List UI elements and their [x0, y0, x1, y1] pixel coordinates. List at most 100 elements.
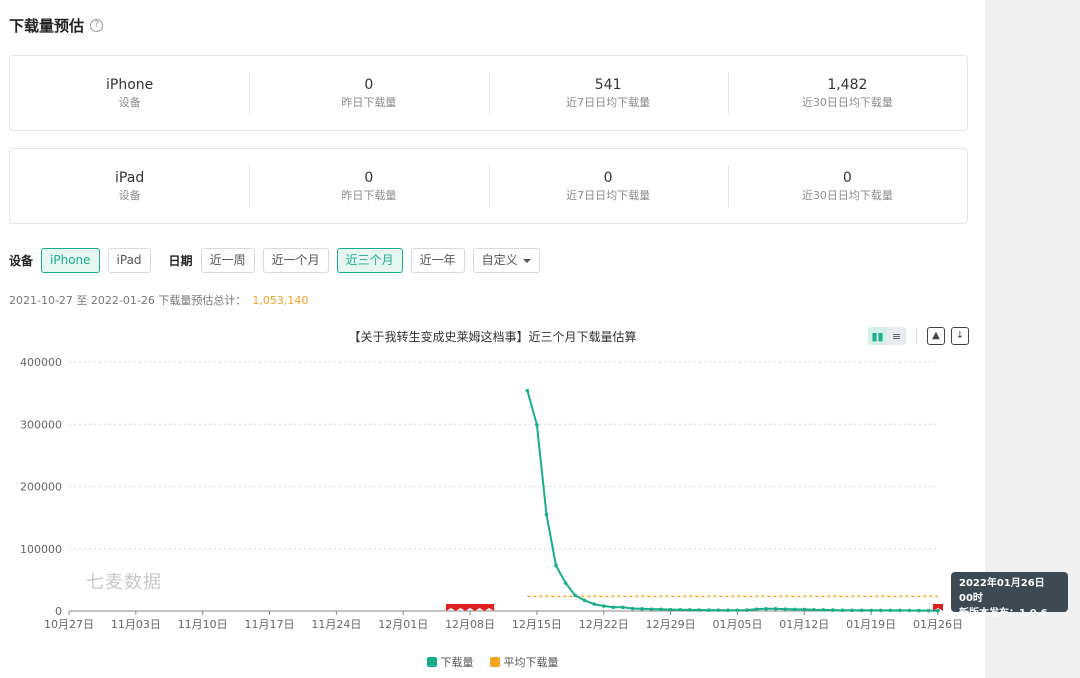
stat-value: 0 — [603, 170, 613, 186]
watermark: 七麦数据 — [86, 572, 162, 593]
downloads-point — [917, 608, 921, 613]
downloads-point — [678, 607, 682, 612]
chart-type-toggle[interactable]: ▮▮ ≡ — [868, 327, 906, 345]
stat-label: 近30日日均下载量 — [801, 189, 893, 202]
downloads-point — [745, 608, 749, 612]
stat-value: 1,482 — [827, 77, 868, 93]
downloads-point — [621, 605, 625, 610]
download-line-chart: 0 100000 200000 300000 400000 10月27日 11月03日 11月… — [20, 356, 963, 631]
date-option-three-months[interactable]: 近三个月 — [336, 248, 403, 273]
x-tick-label: 12月22日 — [579, 618, 629, 631]
downloads-point — [716, 608, 721, 612]
stat-avg7: 0 近7日日均下载量 — [488, 149, 728, 223]
summary-text: 2021-10-27 至 2022-01-26 下载量预估总计： — [9, 294, 247, 307]
downloads-point — [630, 606, 635, 611]
downloads-point — [554, 563, 558, 568]
stat-value: 0 — [364, 170, 374, 186]
stat-avg30: 0 近30日日均下载量 — [727, 149, 967, 223]
x-tick-label: 01月26日 — [913, 618, 963, 631]
release-flag — [445, 604, 456, 611]
downloads-point — [783, 607, 788, 611]
downloads-point — [535, 423, 539, 427]
stat-value: iPad — [115, 170, 145, 186]
stat-label: 近7日日均下载量 — [566, 189, 651, 202]
date-option-year[interactable]: 近一年 — [410, 248, 465, 273]
downloads-point — [812, 607, 816, 612]
x-tick-label: 10月27日 — [44, 618, 94, 631]
downloads-point — [649, 607, 654, 611]
x-tick-label: 11月24日 — [311, 618, 361, 631]
downloads-line — [526, 390, 939, 612]
release-flag — [484, 604, 495, 611]
downloads-point — [926, 608, 931, 613]
y-tick-label: 400000 — [20, 356, 62, 369]
downloads-point — [754, 607, 759, 611]
stat-yesterday: 0 昨日下载量 — [249, 149, 488, 223]
image-icon[interactable]: ▲ — [927, 327, 945, 345]
x-tick-label: 11月03日 — [111, 618, 161, 631]
list-icon[interactable]: ≡ — [887, 327, 906, 345]
downloads-point — [907, 608, 912, 613]
legend-label: 平均下载量 — [503, 656, 559, 669]
downloads-point — [573, 593, 577, 598]
downloads-point — [850, 608, 854, 613]
chart-legend: 下载量 平均下载量 — [0, 654, 985, 670]
downloads-point — [878, 608, 883, 613]
device-filter-label: 设备 — [9, 254, 34, 268]
downloads-point — [726, 608, 730, 612]
chart-toolbar: ▮▮ ≡ ▲ ↓ — [868, 327, 969, 345]
x-tick-label: 11月10日 — [178, 618, 228, 631]
downloads-point — [773, 607, 778, 611]
caret-down-icon — [522, 258, 531, 263]
page-title: 下载量预估 — [9, 17, 85, 35]
legend-item-average[interactable]: 平均下载量 — [489, 654, 559, 670]
stat-value: 0 — [842, 170, 852, 186]
date-option-month[interactable]: 近一个月 — [262, 248, 329, 273]
stat-label: 昨日下载量 — [341, 96, 397, 109]
tooltip-release: 新版本发布：1.0.6 — [959, 608, 1048, 619]
downloads-point — [668, 607, 673, 612]
downloads-point — [687, 608, 692, 612]
downloads-point — [592, 602, 597, 606]
summary-line: 2021-10-27 至 2022-01-26 下载量预估总计： 1,053,14… — [9, 292, 308, 308]
downloads-point — [735, 608, 740, 613]
downloads-point — [659, 607, 663, 612]
date-option-custom[interactable]: 自定义 — [472, 248, 540, 273]
tooltip-date: 2022年01月26日 00时 — [959, 578, 1045, 604]
y-tick-label: 200000 — [20, 481, 62, 494]
stat-avg7: 541 近7日日均下载量 — [488, 56, 728, 130]
date-option-week[interactable]: 近一周 — [200, 248, 255, 273]
x-tick-label: 12月29日 — [646, 618, 696, 631]
ipad-stats-card: iPad 设备 0 昨日下载量 0 近7日日均下载量 0 近30日日均下载量 — [9, 148, 968, 224]
legend-label: 下载量 — [440, 656, 474, 669]
downloads-point — [544, 512, 549, 517]
downloads-point — [821, 608, 826, 612]
downloads-point — [859, 608, 864, 613]
filter-bar: 设备 iPhone iPad 日期 近一周 近一个月 近三个月 近一年 自定义 — [9, 248, 548, 273]
downloads-point — [640, 607, 644, 611]
chart-title: 【关于我转生变成史莱姆这档事】近三个月下载量估算 — [348, 330, 637, 344]
stat-device: iPad 设备 — [10, 149, 249, 223]
stat-label: 近30日日均下载量 — [801, 96, 893, 109]
iphone-stats-card: iPhone 设备 0 昨日下载量 541 近7日日均下载量 1,482 近30… — [9, 55, 968, 131]
stat-value: 541 — [594, 77, 622, 93]
bar-chart-icon[interactable]: ▮▮ — [868, 327, 887, 345]
device-option-ipad[interactable]: iPad — [107, 248, 151, 273]
x-tick-label: 12月15日 — [512, 618, 562, 631]
downloads-point — [802, 607, 807, 612]
stat-value: iPhone — [105, 77, 154, 93]
downloads-point — [840, 608, 845, 612]
download-icon[interactable]: ↓ — [951, 327, 969, 345]
legend-item-downloads[interactable]: 下载量 — [426, 654, 474, 670]
device-option-iphone[interactable]: iPhone — [41, 248, 100, 273]
x-tick-label: 12月01日 — [378, 618, 428, 631]
downloads-point — [525, 388, 530, 393]
question-circle-icon[interactable]: ? — [90, 19, 104, 32]
stat-label: 设备 — [118, 189, 141, 202]
downloads-point — [601, 604, 606, 608]
release-tooltip: 2022年01月26日 00时 新版本发布：1.0.6 — [951, 572, 1068, 619]
release-flag — [465, 604, 476, 611]
downloads-point — [936, 608, 940, 613]
x-tick-label: 11月17日 — [245, 618, 295, 631]
downloads-point — [611, 605, 616, 610]
